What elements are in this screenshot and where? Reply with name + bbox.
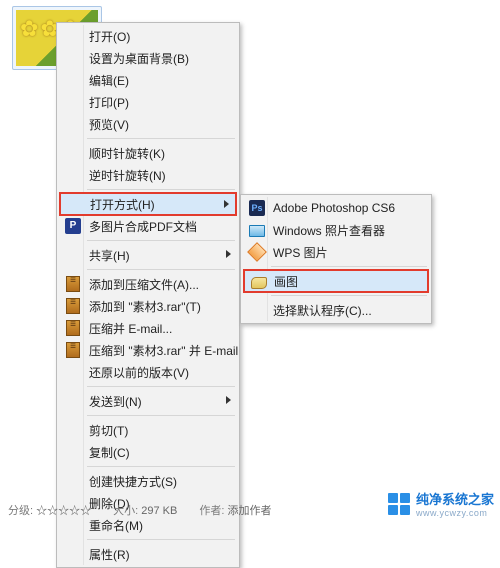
submenu-arrow-icon (226, 396, 231, 404)
paint-icon (250, 273, 268, 291)
status-author-value: 添加作者 (227, 505, 271, 517)
wps-icon (248, 243, 266, 261)
menu-label: 压缩到 "素材3.rar" 并 E-mail (89, 342, 238, 359)
menu-label: 预览(V) (89, 116, 129, 133)
menu-label: 逆时针旋转(N) (89, 167, 166, 184)
menu-rotate-ccw[interactable]: 逆时针旋转(N) (59, 164, 237, 186)
status-rating: 分级: ☆☆☆☆☆ (8, 502, 91, 518)
menu-label: 打开(O) (89, 28, 130, 45)
rar-icon (64, 297, 82, 315)
submenu-photoshop[interactable]: Ps Adobe Photoshop CS6 (243, 197, 429, 219)
menu-label: 压缩并 E-mail... (89, 320, 172, 337)
rar-icon (64, 341, 82, 359)
status-bar: 分级: ☆☆☆☆☆ 大小: 297 KB 作者: 添加作者 (0, 502, 271, 518)
watermark-text: 纯净系统之家 www.ycwzy.com (416, 489, 494, 518)
menu-separator (271, 266, 427, 267)
menu-rotate-cw[interactable]: 顺时针旋转(K) (59, 142, 237, 164)
rar-icon (64, 275, 82, 293)
menu-send-to[interactable]: 发送到(N) (59, 390, 237, 412)
submenu-arrow-icon (224, 200, 229, 208)
submenu-arrow-icon (226, 250, 231, 258)
status-author-label: 作者: (199, 505, 224, 517)
menu-share[interactable]: 共享(H) (59, 244, 237, 266)
menu-compress-email[interactable]: 压缩并 E-mail... (59, 317, 237, 339)
menu-label: 创建快捷方式(S) (89, 473, 177, 490)
watermark-url: www.ycwzy.com (416, 508, 494, 518)
menu-preview[interactable]: 预览(V) (59, 113, 237, 135)
menu-separator (87, 415, 235, 416)
menu-separator (87, 466, 235, 467)
watermark-brand: 纯净系统之家 (416, 492, 494, 507)
pdf-icon: P (64, 217, 82, 235)
photo-viewer-icon (248, 221, 266, 239)
submenu-paint[interactable]: 画图 (244, 270, 428, 292)
menu-label: 剪切(T) (89, 422, 128, 439)
open-with-submenu: Ps Adobe Photoshop CS6 Windows 照片查看器 WPS… (240, 194, 432, 324)
submenu-wps-picture[interactable]: WPS 图片 (243, 241, 429, 263)
menu-edit[interactable]: 编辑(E) (59, 69, 237, 91)
menu-properties[interactable]: 属性(R) (59, 543, 237, 565)
menu-label: 发送到(N) (89, 393, 142, 410)
menu-separator (87, 269, 235, 270)
menu-label: 重命名(M) (89, 517, 143, 534)
menu-label: Windows 照片查看器 (273, 222, 385, 239)
menu-shortcut[interactable]: 创建快捷方式(S) (59, 470, 237, 492)
context-menu: 打开(O) 设置为桌面背景(B) 编辑(E) 打印(P) 预览(V) 顺时针旋转… (56, 22, 240, 568)
watermark-logo-icon (388, 493, 410, 515)
menu-cut[interactable]: 剪切(T) (59, 419, 237, 441)
menu-compress-to-email[interactable]: 压缩到 "素材3.rar" 并 E-mail (59, 339, 237, 361)
menu-restore-version[interactable]: 还原以前的版本(V) (59, 361, 237, 383)
submenu-photo-viewer[interactable]: Windows 照片查看器 (243, 219, 429, 241)
menu-label: 添加到 "素材3.rar"(T) (89, 298, 201, 315)
menu-add-archive[interactable]: 添加到压缩文件(A)... (59, 273, 237, 295)
menu-separator (87, 189, 235, 190)
menu-label: 多图片合成PDF文档 (89, 218, 197, 235)
menu-label: 打开方式(H) (90, 196, 155, 213)
menu-separator (271, 295, 427, 296)
photoshop-icon: Ps (248, 199, 266, 217)
menu-label: 选择默认程序(C)... (273, 302, 372, 319)
menu-label: 复制(C) (89, 444, 130, 461)
menu-add-to-rar[interactable]: 添加到 "素材3.rar"(T) (59, 295, 237, 317)
status-rating-label: 分级: (8, 505, 33, 517)
menu-separator (87, 138, 235, 139)
menu-label: WPS 图片 (273, 244, 328, 261)
menu-merge-pdf[interactable]: P 多图片合成PDF文档 (59, 215, 237, 237)
menu-label: 顺时针旋转(K) (89, 145, 165, 162)
menu-label: 打印(P) (89, 94, 129, 111)
menu-label: Adobe Photoshop CS6 (273, 201, 395, 215)
menu-open-with[interactable]: 打开方式(H) (60, 193, 236, 215)
menu-separator (87, 539, 235, 540)
watermark: 纯净系统之家 www.ycwzy.com (388, 489, 494, 518)
menu-open[interactable]: 打开(O) (59, 25, 237, 47)
menu-label: 设置为桌面背景(B) (89, 50, 189, 67)
menu-print[interactable]: 打印(P) (59, 91, 237, 113)
menu-label: 还原以前的版本(V) (89, 364, 189, 381)
menu-label: 添加到压缩文件(A)... (89, 276, 199, 293)
menu-set-background[interactable]: 设置为桌面背景(B) (59, 47, 237, 69)
rar-icon (64, 319, 82, 337)
menu-label: 共享(H) (89, 247, 130, 264)
status-size: 大小: 297 KB (113, 502, 177, 518)
status-size-value: 297 KB (141, 505, 177, 517)
menu-separator (87, 240, 235, 241)
menu-label: 编辑(E) (89, 72, 129, 89)
status-size-label: 大小: (113, 505, 138, 517)
menu-label: 属性(R) (89, 546, 130, 563)
menu-separator (87, 386, 235, 387)
menu-label: 画图 (274, 273, 298, 290)
menu-copy[interactable]: 复制(C) (59, 441, 237, 463)
status-author: 作者: 添加作者 (199, 502, 271, 518)
submenu-choose-default[interactable]: 选择默认程序(C)... (243, 299, 429, 321)
